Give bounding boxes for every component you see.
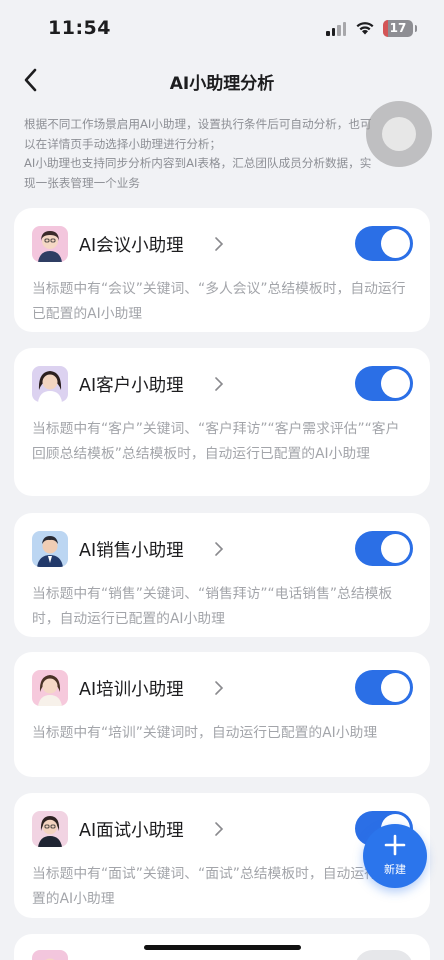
assistant-description: 当标题中有“销售”关键词、“销售拜访”“电话销售”总结模板时，自动运行已配置的A…	[32, 586, 393, 627]
intro-line: 根据不同工作场景启用AI小助理，设置执行条件后可自动分析，也可	[24, 117, 372, 131]
avatar	[32, 811, 68, 847]
avatar	[32, 950, 68, 960]
assistant-card-training: AI培训小助理 当标题中有“培训”关键词时，自动运行已配置的AI小助理	[14, 652, 430, 777]
battery-level-text: 17	[389, 21, 407, 35]
status-time: 11:54	[48, 17, 111, 39]
chevron-right-icon	[215, 822, 224, 836]
new-button-label: 新建	[384, 863, 406, 876]
assistant-title: AI面试小助理	[79, 821, 184, 841]
toggle-knob	[381, 673, 410, 702]
enable-toggle[interactable]	[355, 670, 413, 705]
assistant-title: AI培训小助理	[79, 680, 184, 700]
page-title: AI小助理分析	[169, 74, 275, 94]
assistant-description: 当标题中有“面试”关键词、“面试”总结模板时，自动运行已配置的AI小助理	[32, 866, 406, 907]
avatar	[32, 366, 68, 402]
assistive-touch-button[interactable]	[366, 101, 432, 167]
new-assistant-button[interactable]: 新建	[363, 824, 427, 888]
chevron-right-icon	[215, 681, 224, 695]
enable-toggle[interactable]	[355, 366, 413, 401]
assistant-title: AI客户小助理	[79, 376, 184, 396]
avatar	[32, 531, 68, 567]
battery-icon: 17	[383, 20, 417, 37]
intro-text: 根据不同工作场景启用AI小助理，设置执行条件后可自动分析，也可 以在详情页手动选…	[24, 115, 422, 193]
avatar	[32, 226, 68, 262]
chevron-right-icon	[215, 377, 224, 391]
plus-icon	[384, 834, 406, 856]
avatar	[32, 670, 68, 706]
assistant-description: 当标题中有“培训”关键词时，自动运行已配置的AI小助理	[32, 725, 378, 741]
assistant-title: AI会议小助理	[79, 236, 184, 256]
assistant-title: AI销售小助理	[79, 541, 184, 561]
assistant-card-meeting: AI会议小助理 当标题中有“会议”关键词、“多人会议”总结模板时，自动运行已配置…	[14, 208, 430, 332]
battery-level	[383, 20, 389, 37]
intro-line: AI小助理也支持同步分析内容到AI表格，汇总团队成员分析数据，实	[24, 156, 372, 170]
toggle-knob	[381, 534, 410, 563]
chevron-right-icon	[215, 237, 224, 251]
status-bar: 11:54 17	[0, 0, 444, 60]
assistant-description: 当标题中有“会议”关键词、“多人会议”总结模板时，自动运行已配置的AI小助理	[32, 281, 406, 322]
intro-line: 现一张表管理一个业务	[24, 175, 140, 190]
assistant-description: 当标题中有“客户”关键词、“客户拜访”“客户需求评估”“客户回顾总结模板”总结模…	[32, 421, 400, 462]
toggle-knob	[381, 369, 410, 398]
enable-toggle[interactable]	[355, 226, 413, 261]
enable-toggle[interactable]	[355, 950, 413, 960]
wifi-icon	[356, 22, 374, 35]
intro-line: 以在详情页手动选择小助理进行分析；	[24, 136, 222, 151]
chevron-right-icon	[215, 542, 224, 556]
home-indicator	[144, 945, 301, 950]
enable-toggle[interactable]	[355, 531, 413, 566]
navigation-bar: AI小助理分析	[0, 60, 444, 100]
signal-icon	[326, 22, 348, 36]
assistant-card-sales: AI销售小助理 当标题中有“销售”关键词、“销售拜访”“电话销售”总结模板时，自…	[14, 513, 430, 637]
toggle-knob	[381, 229, 410, 258]
assistant-card-customer: AI客户小助理 当标题中有“客户”关键词、“客户拜访”“客户需求评估”“客户回顾…	[14, 348, 430, 496]
